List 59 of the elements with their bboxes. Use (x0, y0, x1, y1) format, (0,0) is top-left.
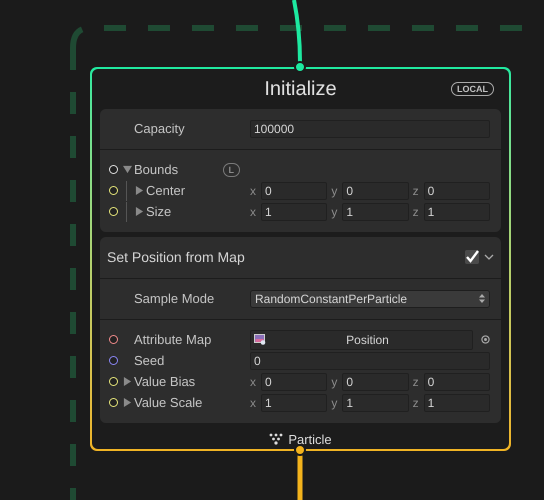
input-field[interactable]: 0 (261, 372, 328, 390)
input-field[interactable]: 0 (261, 182, 328, 200)
axis-label: x (250, 204, 257, 220)
dropdown[interactable]: RandomConstantPerParticle (250, 290, 490, 308)
field-label: Attribute Map (134, 330, 212, 349)
field-label: Seed (134, 352, 164, 370)
axis-label: y (331, 394, 338, 412)
field-label: Value Scale (134, 394, 202, 412)
wire (298, 455, 302, 500)
caret-down-icon[interactable] (122, 165, 132, 174)
axis-label: x (250, 394, 257, 412)
axis-label: x (250, 374, 257, 390)
caret-right-icon[interactable] (134, 207, 144, 216)
output-port[interactable] (294, 444, 306, 456)
field-label: Bounds (134, 160, 178, 179)
input-field[interactable]: 0 (342, 372, 409, 390)
input-field[interactable]: 0 (250, 352, 490, 370)
input-field[interactable]: 1 (342, 394, 409, 412)
axis-label: z (412, 394, 420, 412)
input-field[interactable]: 100000 (250, 120, 490, 138)
field-label: Center (146, 182, 186, 200)
block-title: Set Position from Map (107, 248, 246, 267)
input-field[interactable]: 1 (261, 394, 328, 412)
texture-icon (254, 334, 266, 345)
caret-right-icon[interactable] (122, 377, 132, 386)
particle-icon (269, 433, 284, 446)
input-field[interactable]: 1 (424, 202, 490, 220)
space-badge[interactable]: LOCAL (451, 82, 494, 96)
axis-label: y (331, 204, 338, 220)
up-down-icon (479, 294, 485, 303)
port[interactable] (108, 356, 118, 365)
axis-label: y (331, 374, 338, 390)
node-footer: Particle (288, 430, 332, 449)
input-field[interactable]: 1 (424, 394, 490, 412)
input-port[interactable] (294, 61, 306, 73)
input-field[interactable]: 1 (342, 202, 409, 220)
field-label: Sample Mode (134, 290, 214, 308)
input-field[interactable]: 1 (261, 202, 328, 220)
object-field[interactable]: Position (250, 330, 473, 350)
axis-label: x (250, 182, 257, 200)
axis-label: z (412, 374, 420, 390)
axis-label: y (331, 182, 338, 200)
target-icon[interactable] (481, 335, 490, 344)
checkbox[interactable] (465, 250, 479, 264)
space-badge[interactable]: L (222, 162, 240, 176)
axis-label: z (412, 182, 420, 200)
caret-right-icon[interactable] (122, 398, 132, 407)
field-label: Size (146, 202, 172, 221)
field-label: Value Bias (134, 372, 196, 391)
input-field[interactable]: 0 (424, 372, 490, 390)
node-title: Initialize (264, 76, 337, 102)
chevron-down-icon[interactable] (484, 252, 494, 262)
field-label: Capacity (134, 120, 185, 138)
port[interactable] (108, 335, 118, 344)
axis-label: z (412, 204, 420, 220)
caret-right-icon[interactable] (134, 186, 144, 195)
input-field[interactable]: 0 (424, 182, 490, 200)
wire (292, 0, 302, 62)
input-field[interactable]: 0 (342, 182, 409, 200)
